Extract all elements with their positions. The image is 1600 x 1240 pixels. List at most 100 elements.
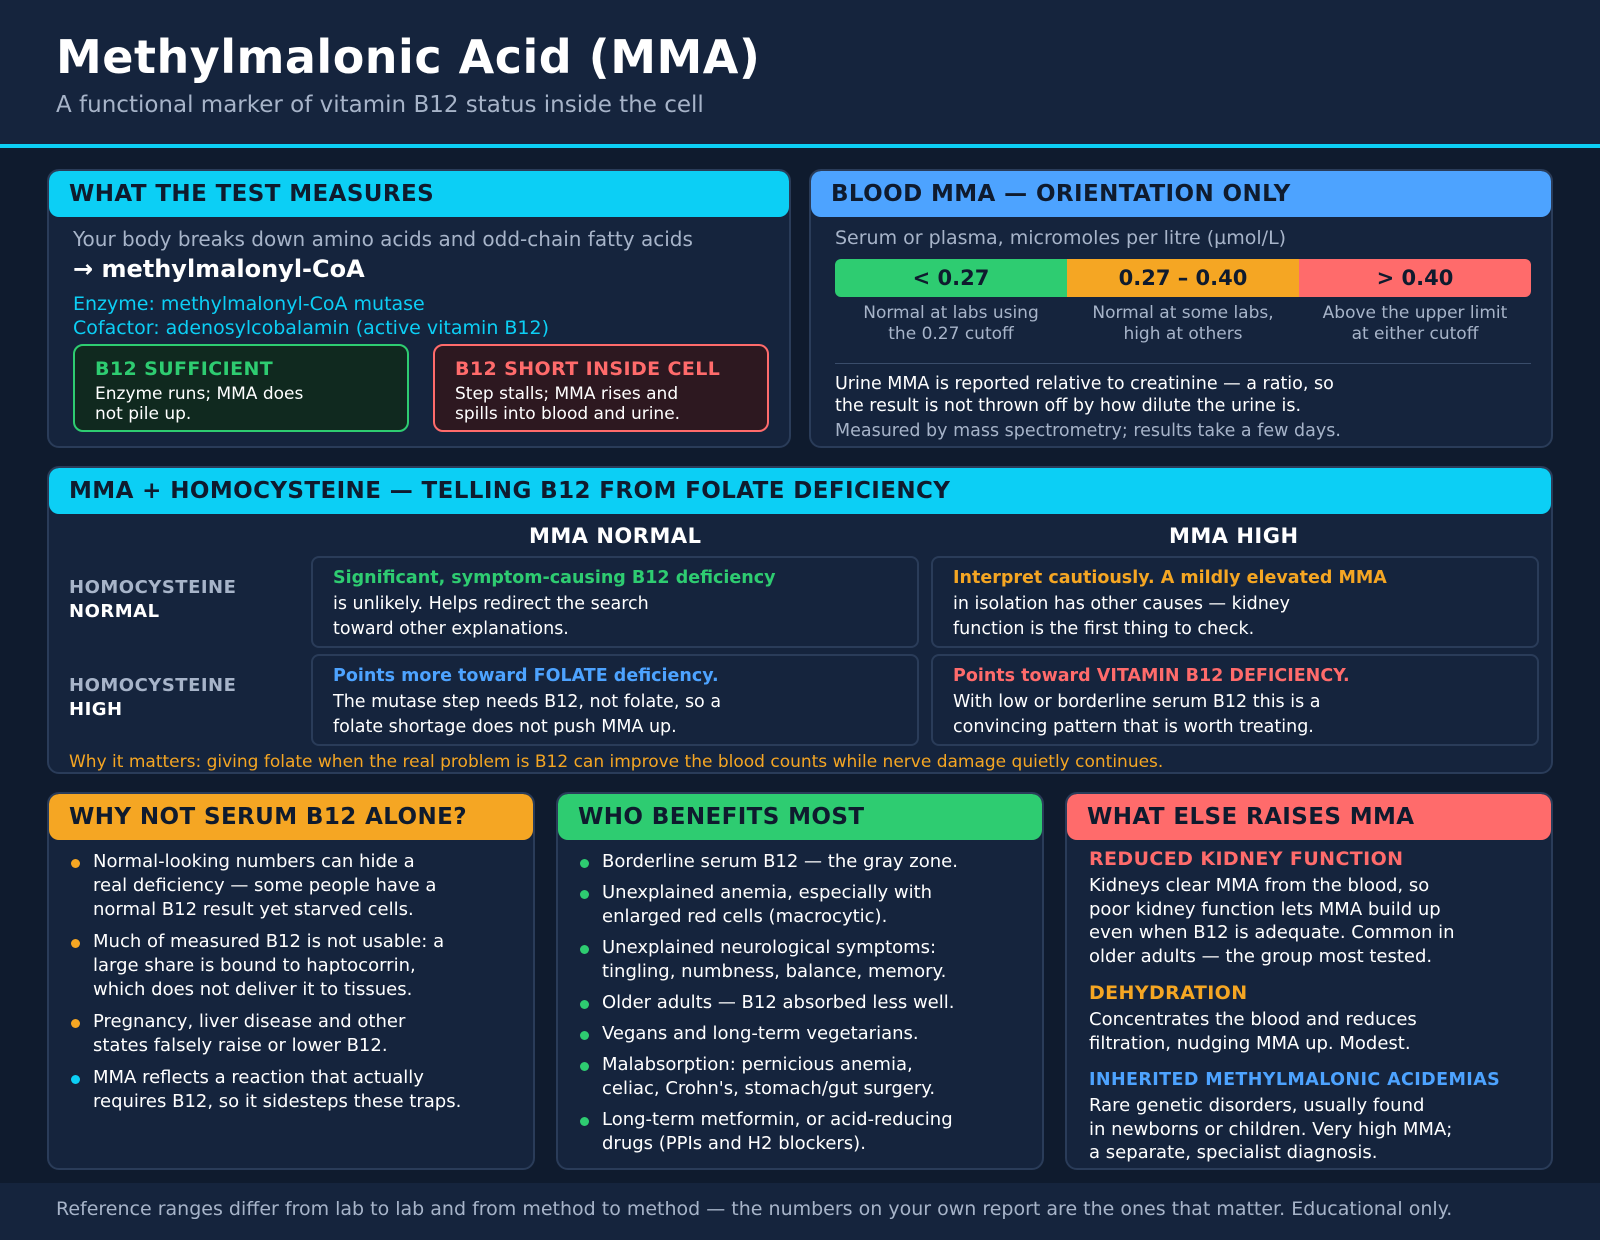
- b12-sufficient-box: B12 SUFFICIENT Enzyme runs; MMA does not…: [73, 344, 409, 432]
- cofactor-text: Cofactor: adenosylcobalamin (active vita…: [73, 317, 550, 339]
- list-item: Vegans and long-term vegetarians.: [578, 1022, 1018, 1046]
- panel-heading: WHO BENEFITS MOST: [558, 794, 1042, 840]
- urine-line: Urine MMA is reported relative to creati…: [835, 374, 1334, 394]
- cell-title: Significant, symptom-causing B12 deficie…: [333, 568, 776, 588]
- item-line: Borderline serum B12 — the gray zone.: [602, 851, 958, 872]
- unit-text: Serum or plasma, micromoles per litre (µ…: [835, 227, 1287, 249]
- column-header-mma-high: MMA HIGH: [1169, 524, 1299, 548]
- cause-line: older adults — the group most tested.: [1089, 945, 1433, 967]
- cause-title: DEHYDRATION: [1089, 982, 1248, 1004]
- why-not-serum-b12-panel: WHY NOT SERUM B12 ALONE? Normal-looking …: [47, 792, 535, 1170]
- matrix-cell: Significant, symptom-causing B12 deficie…: [311, 556, 919, 648]
- panel-heading: MMA + HOMOCYSTEINE — TELLING B12 FROM FO…: [49, 468, 1551, 514]
- item-line: Unexplained anemia, especially with: [602, 882, 933, 903]
- urine-line: the result is not thrown off by how dilu…: [835, 396, 1302, 416]
- matrix-cell: Points toward VITAMIN B12 DEFICIENCY. Wi…: [931, 654, 1539, 746]
- range-desc-line: Above the upper limit: [1322, 303, 1508, 323]
- row-header-homocysteine-high: HOMOCYSTEINE HIGH: [69, 674, 236, 722]
- cell-line: folate shortage does not push MMA up.: [333, 717, 677, 737]
- cell-line: The mutase step needs B12, not folate, s…: [333, 692, 722, 712]
- list-item: Older adults — B12 absorbed less well.: [578, 991, 1018, 1015]
- item-line: requires B12, so it sidesteps these trap…: [93, 1091, 462, 1112]
- cell-title: Points more toward FOLATE deficiency.: [333, 666, 719, 686]
- cell-line: function is the first thing to check.: [953, 619, 1255, 639]
- range-desc-line: Normal at some labs,: [1092, 303, 1274, 323]
- who-benefits-panel: WHO BENEFITS MOST Borderline serum B12 —…: [556, 792, 1044, 1170]
- row-header-line: NORMAL: [69, 601, 160, 622]
- range-description: Normal at some labs, high at others: [1067, 303, 1299, 345]
- item-line: which does not deliver it to tissues.: [93, 979, 413, 1000]
- row-header-homocysteine-normal: HOMOCYSTEINE NORMAL: [69, 576, 236, 624]
- bullet-icon: [580, 1117, 589, 1126]
- cell-line: convincing pattern that is worth treatin…: [953, 717, 1314, 737]
- bullet-icon: [580, 890, 589, 899]
- cause-line: Rare genetic disorders, usually found: [1089, 1095, 1425, 1116]
- matrix-cell: Interpret cautiously. A mildly elevated …: [931, 556, 1539, 648]
- list-item: Unexplained neurological symptoms: tingli…: [578, 936, 1018, 984]
- item-line: Long-term metformin, or acid-reducing: [602, 1109, 953, 1130]
- row-header-line: HOMOCYSTEINE: [69, 675, 237, 696]
- item-line: Unexplained neurological symptoms:: [602, 937, 937, 958]
- cell-line: With low or borderline serum B12 this is…: [953, 692, 1321, 712]
- test-measures-panel: WHAT THE TEST MEASURES Your body breaks …: [47, 169, 791, 448]
- range-normal: < 0.27: [835, 259, 1067, 297]
- page-header: Methylmalonic Acid (MMA) A functional ma…: [0, 0, 1600, 148]
- item-line: MMA reflects a reaction that actually: [93, 1067, 424, 1088]
- cell-title: Interpret cautiously. A mildly elevated …: [953, 568, 1387, 588]
- bullet-icon: [580, 859, 589, 868]
- range-desc-line: high at others: [1123, 324, 1243, 344]
- range-borderline: 0.27 – 0.40: [1067, 259, 1299, 297]
- urine-note: Urine MMA is reported relative to creati…: [835, 373, 1435, 417]
- bullet-icon: [71, 1019, 80, 1028]
- cause-line: poor kidney function lets MMA build up: [1089, 898, 1441, 920]
- item-line: Much of measured B12 is not usable: a: [93, 931, 445, 952]
- row-header-line: HOMOCYSTEINE: [69, 577, 237, 598]
- box-line: Step stalls; MMA rises and: [455, 384, 679, 404]
- page-subtitle: A functional marker of vitamin B12 statu…: [56, 92, 704, 118]
- list-item: Much of measured B12 is not usable: a lar…: [69, 930, 509, 1002]
- row-header-line: HIGH: [69, 699, 123, 720]
- cell-line: is unlikely. Helps redirect the search: [333, 594, 649, 614]
- b12-short-box: B12 SHORT INSIDE CELL Step stalls; MMA r…: [433, 344, 769, 432]
- cause-title: REDUCED KIDNEY FUNCTION: [1089, 848, 1404, 870]
- panel-heading: WHAT ELSE RAISES MMA: [1067, 794, 1551, 840]
- what-else-raises-mma-panel: WHAT ELSE RAISES MMA REDUCED KIDNEY FUNC…: [1065, 792, 1553, 1170]
- item-line: large share is bound to haptocorrin,: [93, 955, 416, 976]
- item-line: tingling, numbness, balance, memory.: [602, 961, 947, 982]
- list-item: Unexplained anemia, especially with enlar…: [578, 881, 1018, 929]
- box-title: B12 SHORT INSIDE CELL: [455, 358, 721, 380]
- bullet-list: Normal-looking numbers can hide a real de…: [69, 850, 509, 1122]
- box-line: Enzyme runs; MMA does: [95, 384, 304, 404]
- range-high: > 0.40: [1299, 259, 1531, 297]
- mma-homocysteine-panel: MMA + HOMOCYSTEINE — TELLING B12 FROM FO…: [47, 466, 1553, 774]
- range-description: Normal at labs using the 0.27 cutoff: [835, 303, 1067, 345]
- cause-line: even when B12 is adequate. Common in: [1089, 922, 1455, 943]
- blood-mma-panel: BLOOD MMA — ORIENTATION ONLY Serum or pl…: [809, 169, 1553, 448]
- bullet-icon: [580, 945, 589, 954]
- why-it-matters-note: Why it matters: giving folate when the r…: [69, 752, 1164, 772]
- panel-heading: WHAT THE TEST MEASURES: [49, 171, 789, 217]
- panel-heading: BLOOD MMA — ORIENTATION ONLY: [811, 171, 1551, 217]
- item-line: real deficiency — some people have a: [93, 875, 437, 896]
- divider: [835, 363, 1531, 364]
- range-desc-line: the 0.27 cutoff: [888, 324, 1014, 344]
- pathway-intro: Your body breaks down amino acids and od…: [73, 227, 693, 251]
- item-line: Vegans and long-term vegetarians.: [602, 1023, 919, 1044]
- method-note: Measured by mass spectrometry; results t…: [835, 421, 1341, 441]
- cause-title: INHERITED METHYLMALONIC ACIDEMIAS: [1089, 1070, 1501, 1090]
- list-item: Long-term metformin, or acid-reducing dru…: [578, 1108, 1018, 1156]
- range-desc-line: Normal at labs using: [863, 303, 1039, 323]
- page-title: Methylmalonic Acid (MMA): [56, 30, 761, 84]
- item-line: enlarged red cells (macrocytic).: [602, 906, 888, 927]
- bullet-icon: [71, 1075, 80, 1084]
- bullet-list: Borderline serum B12 — the gray zone. Un…: [578, 850, 1018, 1163]
- column-header-mma-normal: MMA NORMAL: [529, 524, 702, 548]
- list-item: Malabsorption: pernicious anemia, celiac,…: [578, 1053, 1018, 1101]
- cause-line: Concentrates the blood and reduces: [1089, 1009, 1417, 1030]
- footer-disclaimer: Reference ranges differ from lab to lab …: [56, 1198, 1453, 1220]
- cause-line: in newborns or children. Very high MMA;: [1089, 1118, 1453, 1140]
- item-line: celiac, Crohn's, stomach/gut surgery.: [602, 1078, 936, 1099]
- cause-inherited-acidemias: INHERITED METHYLMALONIC ACIDEMIAS Rare g…: [1089, 1070, 1529, 1165]
- box-line: not pile up.: [95, 404, 192, 424]
- page-footer: Reference ranges differ from lab to lab …: [0, 1183, 1600, 1240]
